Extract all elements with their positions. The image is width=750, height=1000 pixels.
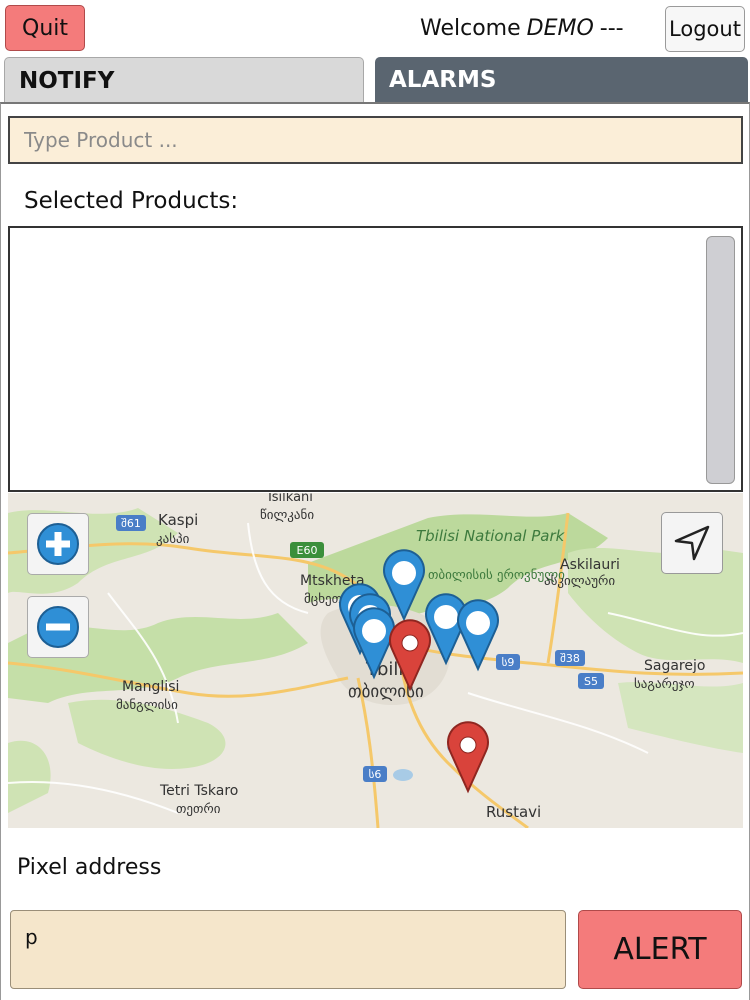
tab-notify[interactable]: NOTIFY — [4, 57, 364, 103]
svg-text:Tbilisi National Park: Tbilisi National Park — [416, 527, 566, 545]
svg-text:Manglisi: Manglisi — [122, 679, 179, 695]
svg-text:Tetri Tskaro: Tetri Tskaro — [159, 783, 238, 799]
tab-alarms[interactable]: ALARMS — [375, 57, 748, 103]
logout-button[interactable]: Logout — [665, 6, 745, 52]
selected-products-scrollbar[interactable] — [706, 236, 735, 484]
svg-text:Sagarejo: Sagarejo — [644, 658, 705, 674]
svg-text:შ38: შ38 — [560, 652, 580, 665]
svg-text:E60: E60 — [297, 544, 318, 557]
svg-text:საგარეჯო: საგარეჯო — [634, 677, 695, 692]
svg-text:წილკანი: წილკანი — [260, 508, 314, 523]
locate-button[interactable] — [661, 512, 723, 574]
quit-button[interactable]: Quit — [5, 5, 85, 51]
map-view[interactable]: შ61 E60 ს9 შ38 S5 ს6 Tsilkani წილკანი Ka… — [8, 493, 743, 828]
svg-text:მანგლისი: მანგლისი — [116, 698, 178, 713]
plus-icon — [37, 523, 79, 565]
svg-text:ასკილაური: ასკილაური — [544, 574, 615, 589]
minus-icon — [37, 606, 79, 648]
map-canvas[interactable]: შ61 E60 ს9 შ38 S5 ს6 Tsilkani წილკანი Ka… — [8, 493, 743, 828]
zoom-out-button[interactable] — [27, 596, 89, 658]
pixel-address-label: Pixel address — [17, 855, 162, 880]
alert-button[interactable]: ALERT — [578, 910, 742, 989]
svg-text:Kaspi: Kaspi — [158, 511, 198, 529]
svg-text:ს6: ს6 — [369, 768, 382, 781]
lake — [393, 769, 413, 781]
pixel-address-input[interactable] — [10, 910, 566, 989]
navigation-arrow-icon — [674, 525, 710, 561]
svg-text:S5: S5 — [584, 675, 598, 688]
svg-text:Tsilkani: Tsilkani — [265, 493, 313, 505]
selected-products-title: Selected Products: — [24, 188, 239, 214]
svg-text:Rustavi: Rustavi — [486, 803, 541, 821]
welcome-suffix: --- — [599, 15, 624, 41]
svg-text:შ61: შ61 — [121, 517, 141, 530]
svg-text:ს9: ს9 — [502, 656, 515, 669]
zoom-in-button[interactable] — [27, 513, 89, 575]
user-name: DEMO — [526, 15, 594, 41]
svg-text:Askilauri: Askilauri — [560, 557, 620, 573]
product-search-input[interactable] — [8, 116, 743, 164]
svg-text:თეთრი: თეთრი — [176, 802, 221, 817]
welcome-text: Welcome DEMO --- — [420, 8, 650, 48]
svg-text:კასპი: კასპი — [156, 532, 190, 547]
top-bar: Quit Welcome DEMO --- Logout — [0, 0, 750, 56]
welcome-prefix: Welcome — [420, 15, 521, 41]
selected-products-list[interactable] — [8, 226, 743, 492]
